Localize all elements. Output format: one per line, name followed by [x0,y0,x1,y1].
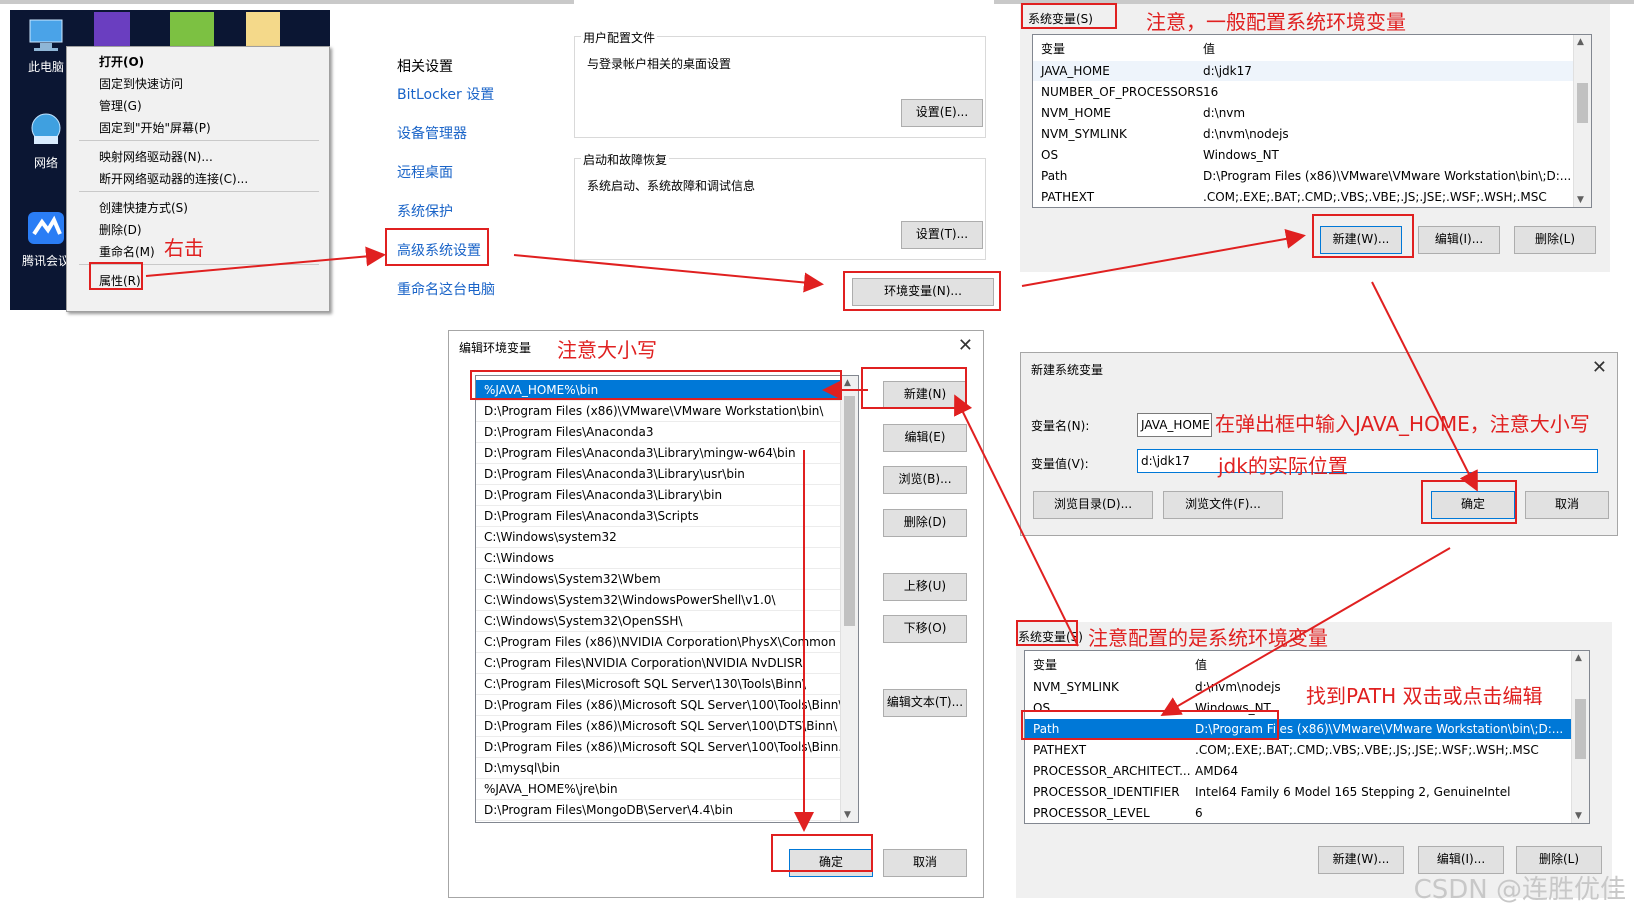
arrow-to-entry-new [954,394,1079,647]
arrow-to-env-button [513,254,824,293]
arrow-to-new-button [1021,228,1306,287]
watermark: CSDN @连胜优佳 [1413,875,1626,905]
arrow-to-new-var-dialog [1371,281,1478,492]
annotation-arrows [145,228,1478,832]
arrow-to-path-row [1160,547,1451,717]
arrow-to-advanced-settings [145,246,386,277]
